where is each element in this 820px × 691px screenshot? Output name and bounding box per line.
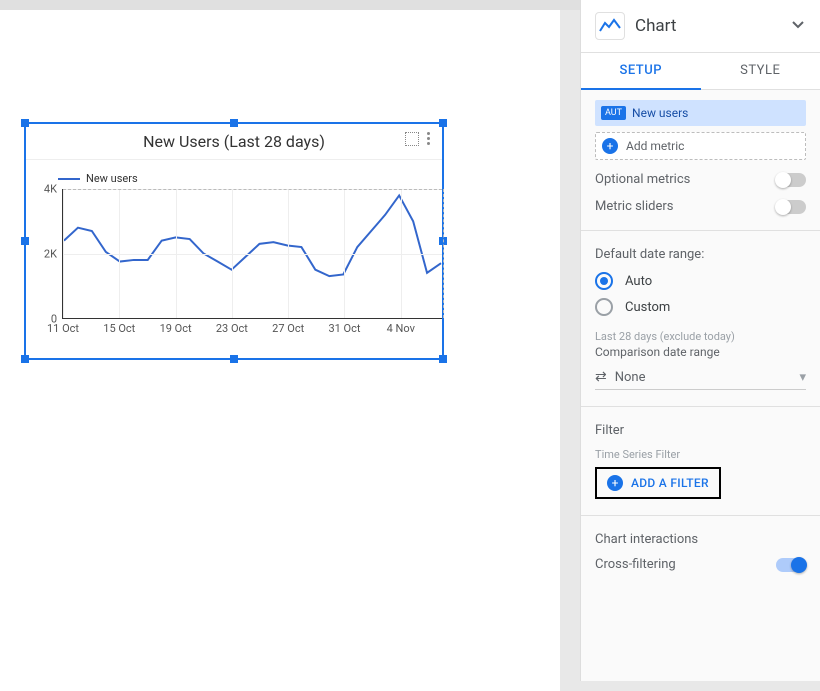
legend-label: New users bbox=[86, 172, 138, 185]
comparison-select[interactable]: ⇄ None ▾ bbox=[595, 363, 806, 390]
x-tick-label: 31 Oct bbox=[328, 322, 360, 335]
date-range-title: Default date range: bbox=[595, 247, 806, 262]
panel-title: Chart bbox=[635, 16, 780, 36]
x-tick-label: 23 Oct bbox=[216, 322, 248, 335]
caret-down-icon: ▾ bbox=[799, 370, 806, 385]
x-tick-label: 11 Oct bbox=[47, 322, 79, 335]
radio-auto-label: Auto bbox=[625, 274, 652, 289]
plus-icon: + bbox=[602, 138, 618, 154]
cross-filtering-toggle[interactable] bbox=[776, 558, 806, 572]
more-options-icon[interactable] bbox=[427, 132, 430, 146]
x-tick-label: 4 Nov bbox=[387, 322, 415, 335]
divider bbox=[581, 230, 820, 231]
chevron-down-icon[interactable] bbox=[790, 16, 806, 36]
filter-title: Filter bbox=[595, 423, 806, 438]
interactions-title: Chart interactions bbox=[595, 532, 806, 547]
select-area-icon[interactable] bbox=[405, 132, 419, 146]
metric-chip[interactable]: AUT New users bbox=[595, 100, 806, 126]
date-range-note: Last 28 days (exclude today) bbox=[595, 330, 806, 343]
legend-swatch bbox=[58, 178, 80, 180]
metric-sliders-row: Metric sliders bbox=[595, 199, 806, 214]
radio-custom-label: Custom bbox=[625, 300, 670, 315]
page-surface[interactable]: New Users (Last 28 days) New users 02K4K… bbox=[0, 10, 560, 691]
x-tick-label: 27 Oct bbox=[272, 322, 304, 335]
chart-legend: New users bbox=[58, 172, 428, 185]
metric-name: New users bbox=[632, 106, 688, 120]
tab-setup[interactable]: SETUP bbox=[581, 53, 701, 90]
comparison-value: None bbox=[615, 370, 646, 385]
tab-style[interactable]: STYLE bbox=[701, 53, 820, 90]
resize-handle[interactable] bbox=[21, 355, 29, 363]
y-tick-label: 2K bbox=[44, 248, 57, 261]
resize-handle[interactable] bbox=[230, 355, 238, 363]
add-metric-label: Add metric bbox=[626, 139, 684, 153]
optional-metrics-label: Optional metrics bbox=[595, 172, 690, 187]
add-metric-button[interactable]: + Add metric bbox=[595, 132, 806, 160]
radio-icon bbox=[595, 272, 613, 290]
canvas-area[interactable]: New Users (Last 28 days) New users 02K4K… bbox=[0, 0, 580, 681]
filter-subtitle: Time Series Filter bbox=[595, 448, 806, 461]
panel-scroll[interactable]: AUT New users + Add metric Optional metr… bbox=[581, 90, 820, 681]
chart-type-icon[interactable] bbox=[595, 12, 625, 40]
x-tick-label: 19 Oct bbox=[160, 322, 192, 335]
cross-filtering-row: Cross-filtering bbox=[595, 557, 806, 572]
divider bbox=[581, 406, 820, 407]
metric-sliders-toggle[interactable] bbox=[776, 200, 806, 214]
y-tick-label: 4K bbox=[44, 183, 57, 196]
swap-icon: ⇄ bbox=[595, 369, 607, 385]
optional-metrics-row: Optional metrics bbox=[595, 172, 806, 187]
panel-tabs: SETUP STYLE bbox=[581, 53, 820, 90]
optional-metrics-toggle[interactable] bbox=[776, 173, 806, 187]
resize-handle[interactable] bbox=[439, 355, 447, 363]
chart-selection-frame[interactable]: New Users (Last 28 days) New users 02K4K… bbox=[24, 122, 444, 360]
panel-header[interactable]: Chart bbox=[581, 0, 820, 53]
chart-plot-area[interactable]: 02K4K11 Oct15 Oct19 Oct23 Oct27 Oct31 Oc… bbox=[62, 189, 442, 319]
radio-custom[interactable]: Custom bbox=[595, 298, 806, 316]
divider bbox=[581, 515, 820, 516]
plus-icon: + bbox=[607, 475, 623, 491]
chart-title: New Users (Last 28 days) bbox=[143, 132, 325, 151]
chart-body: New users 02K4K11 Oct15 Oct19 Oct23 Oct2… bbox=[26, 160, 442, 329]
resize-handle[interactable] bbox=[21, 237, 29, 245]
chart-header: New Users (Last 28 days) bbox=[26, 124, 442, 160]
properties-panel: Chart SETUP STYLE AUT New users + Add me… bbox=[580, 0, 820, 681]
cross-filtering-label: Cross-filtering bbox=[595, 557, 676, 572]
metric-sliders-label: Metric sliders bbox=[595, 199, 673, 214]
add-filter-label: ADD A FILTER bbox=[631, 476, 709, 490]
add-filter-button[interactable]: + ADD A FILTER bbox=[595, 467, 721, 499]
radio-auto[interactable]: Auto bbox=[595, 272, 806, 290]
metric-agg-badge: AUT bbox=[601, 106, 626, 120]
radio-icon bbox=[595, 298, 613, 316]
x-tick-label: 15 Oct bbox=[103, 322, 135, 335]
comparison-label: Comparison date range bbox=[595, 345, 806, 359]
